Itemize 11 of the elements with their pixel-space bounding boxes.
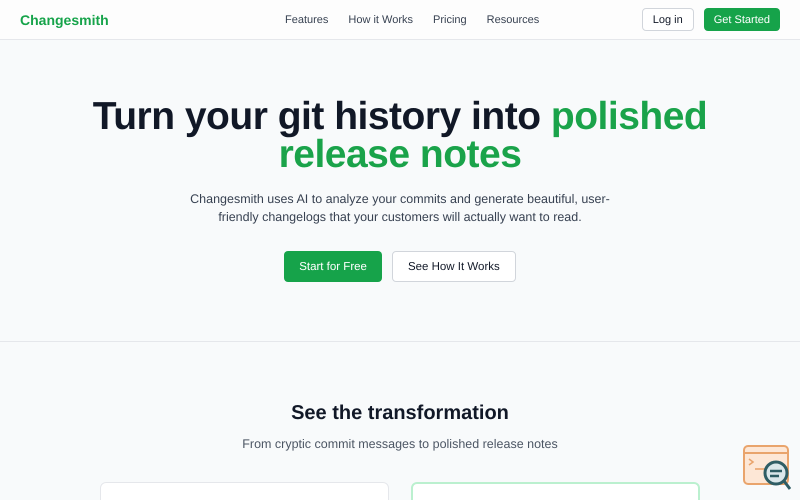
nav-link[interactable]: Pricing	[433, 14, 467, 26]
nav-link[interactable]: Features	[285, 14, 328, 26]
how-it-works-button[interactable]: See How It Works	[392, 251, 516, 282]
nav-link[interactable]: How it Works	[348, 14, 414, 26]
code-search-icon[interactable]	[743, 445, 791, 491]
hero-title: Turn your git history into polished release notes	[92, 98, 708, 174]
nav-link[interactable]: Resources	[486, 14, 540, 26]
hero-subtitle: Changesmith uses AI to analyze your commits and generate beautiful, user-friendly changelogs that your customers will actually want to read.	[190, 191, 610, 226]
section-title: See the transformation	[291, 402, 509, 425]
login-button[interactable]: Log in	[642, 8, 694, 31]
section-subtitle: From cryptic commit messages to polished release notes	[242, 437, 558, 451]
